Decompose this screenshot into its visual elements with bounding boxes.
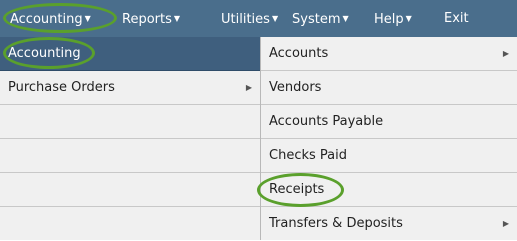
left-menu-item-purchase-orders[interactable]: Purchase Orders ▶ xyxy=(0,71,260,105)
chevron-right-icon: ▶ xyxy=(502,219,509,228)
menu-help[interactable]: Help ▼ xyxy=(374,8,412,30)
triangle-down-icon: ▼ xyxy=(271,14,279,23)
submenu-item-accounts-payable[interactable]: Accounts Payable xyxy=(261,105,517,139)
chevron-right-icon: ▶ xyxy=(502,49,509,58)
submenu-item-label: Checks Paid xyxy=(269,148,347,163)
menu-system-label: System xyxy=(292,11,341,27)
menu-bar: Accounting ▼ Reports ▼ Utilities ▼ System ▼ … xyxy=(0,0,517,37)
triangle-down-icon: ▼ xyxy=(342,14,349,23)
submenu-item-transfers-deposits[interactable]: Transfers & Deposits ▶ xyxy=(261,207,517,241)
submenu-item-checks-paid[interactable]: Checks Paid xyxy=(261,139,517,173)
accounting-submenu: Accounts ▶ Vendors Accounts Payable Chec… xyxy=(261,37,517,240)
menu-reports[interactable]: Reports ▼ xyxy=(122,8,180,30)
menu-exit[interactable]: Exit xyxy=(444,8,469,30)
triangle-down-icon: ▼ xyxy=(84,14,91,23)
submenu-item-accounts[interactable]: Accounts ▶ xyxy=(261,37,517,71)
menu-reports-label: Reports xyxy=(122,11,172,27)
menu-utilities-label: Utilities xyxy=(221,11,270,27)
left-menu-empty-row xyxy=(0,207,260,241)
submenu-item-label: Accounts xyxy=(269,46,329,61)
triangle-down-icon: ▼ xyxy=(405,14,412,23)
accounting-dropdown: Accounting Purchase Orders ▶ xyxy=(0,37,261,240)
submenu-item-label: Transfers & Deposits xyxy=(269,216,403,231)
left-menu-item-label: Accounting xyxy=(8,46,81,61)
menu-accounting-label: Accounting xyxy=(10,11,83,27)
submenu-item-label: Accounts Payable xyxy=(269,114,384,129)
submenu-item-label: Receipts xyxy=(269,182,325,197)
left-menu-empty-row xyxy=(0,173,260,207)
menu-help-label: Help xyxy=(374,11,404,27)
chevron-right-icon: ▶ xyxy=(245,83,252,92)
triangle-down-icon: ▼ xyxy=(173,14,181,23)
left-menu-empty-row xyxy=(0,139,260,173)
left-menu-item-label: Purchase Orders xyxy=(8,80,115,95)
menu-exit-label: Exit xyxy=(444,11,469,26)
submenu-item-vendors[interactable]: Vendors xyxy=(261,71,517,105)
menu-utilities[interactable]: Utilities ▼ xyxy=(221,8,278,30)
menu-system[interactable]: System ▼ xyxy=(292,8,349,30)
left-menu-empty-row xyxy=(0,105,260,139)
left-menu-item-accounting[interactable]: Accounting xyxy=(0,37,260,71)
menu-accounting[interactable]: Accounting ▼ xyxy=(10,8,91,30)
submenu-item-receipts[interactable]: Receipts xyxy=(261,173,517,207)
submenu-item-label: Vendors xyxy=(269,80,322,95)
